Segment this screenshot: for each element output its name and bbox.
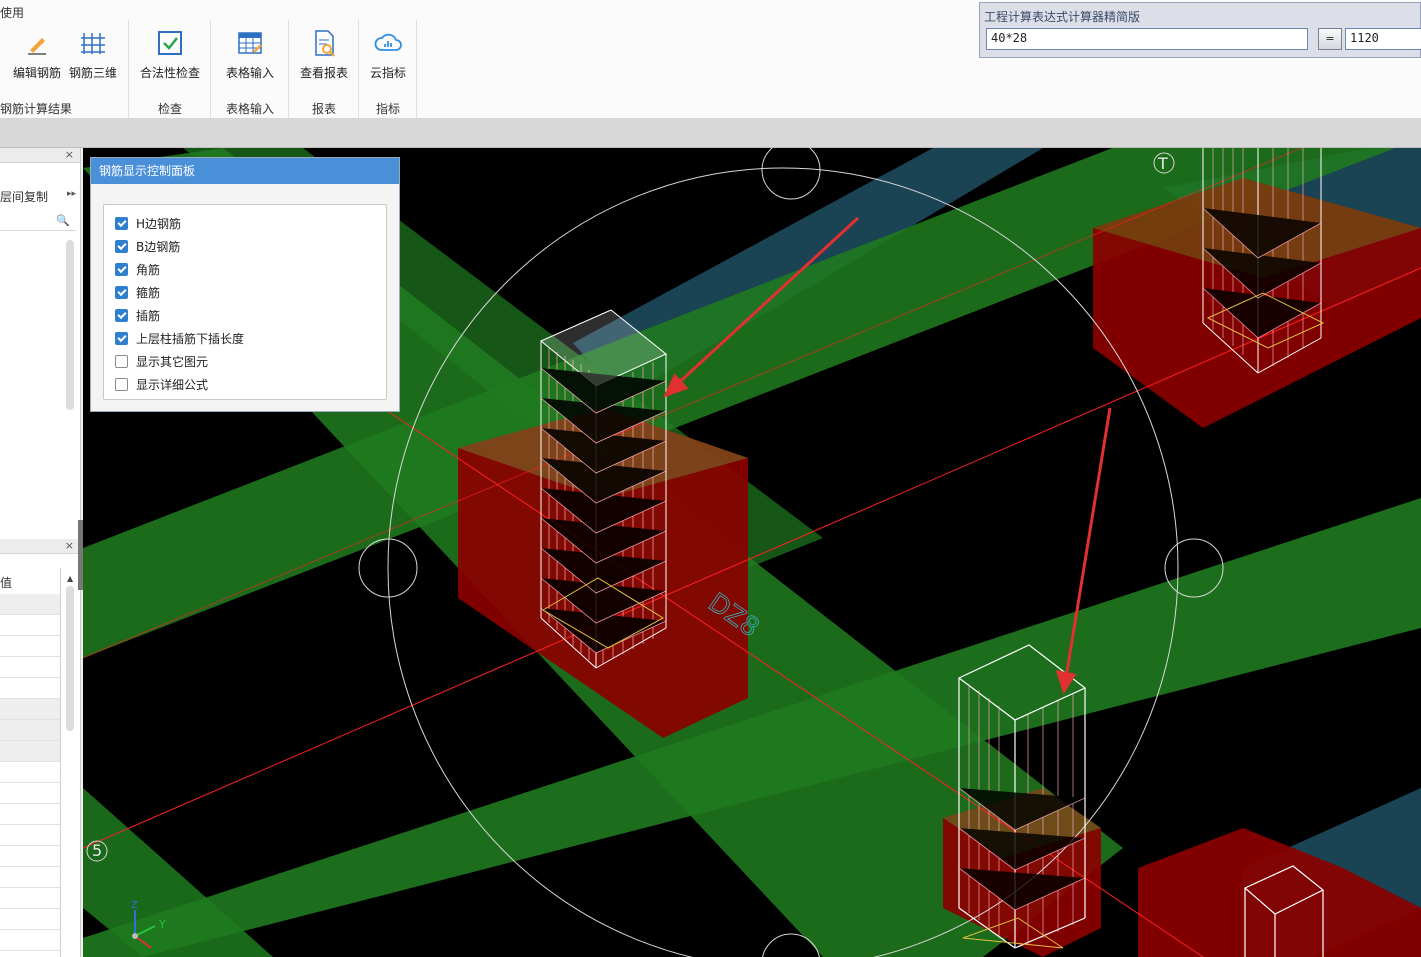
validity-check-icon [158, 31, 182, 55]
calculator-title: 工程计算表达式计算器精简版 [984, 10, 1141, 24]
option-stirrup[interactable]: 箍筋 [115, 282, 160, 302]
table-row[interactable] [0, 720, 60, 741]
table-row[interactable] [0, 909, 60, 930]
axis-label-T: T [1158, 154, 1168, 173]
checkbox[interactable] [115, 331, 128, 345]
option-b-side-rebar[interactable]: B边钢筋 [115, 236, 180, 256]
option-upper-dowel-length[interactable]: 上层柱插筋下插长度 [115, 328, 244, 348]
checkbox[interactable] [115, 377, 128, 391]
left-dock-panel: × 层间复制 ▸▸ 🔍 × 值 ▲ [0, 148, 81, 957]
expression-input[interactable]: 40*28 [986, 28, 1308, 50]
panel-1-scrollbar[interactable] [66, 240, 74, 410]
group-label-check: 检查 [157, 102, 182, 116]
table-row[interactable] [0, 636, 60, 657]
expression-calculator: 工程计算表达式计算器精简版 40*28 = 1120 [979, 2, 1421, 58]
grid-header-value: 值 [0, 576, 13, 590]
table-row[interactable] [0, 783, 60, 804]
option-show-detailed-formula[interactable]: 显示详细公式 [115, 374, 208, 394]
checkbox[interactable] [115, 216, 128, 230]
ribbon-group-check: 合法性检查 检查 [130, 20, 211, 118]
ribbon-group-index: 云指标 指标 [360, 20, 417, 118]
panel-title[interactable]: 钢筋显示控制面板 [91, 158, 399, 184]
option-corner-rebar[interactable]: 角筋 [115, 259, 160, 279]
table-input-icon [238, 32, 262, 54]
expand-arrow-icon[interactable]: ▸▸ [67, 189, 76, 199]
group-label-rebar-results: 钢筋计算结果 [0, 102, 73, 116]
validity-check-button[interactable]: 合法性检查 [137, 26, 203, 86]
search-field[interactable]: 🔍 [0, 212, 76, 231]
axis-y-label: Y [158, 918, 166, 931]
checkbox[interactable] [115, 285, 128, 299]
checkbox[interactable] [115, 308, 128, 322]
floor-copy-label[interactable]: 层间复制 [0, 188, 48, 205]
close-icon[interactable]: × [65, 148, 74, 161]
table-row[interactable] [0, 846, 60, 867]
view-report-button[interactable]: 查看报表 [291, 26, 357, 86]
cloud-index-button[interactable]: 云指标 [355, 26, 421, 86]
view-report-icon [315, 30, 335, 57]
edit-rebar-icon [28, 38, 46, 55]
panel-1-header: × [0, 148, 80, 163]
checkbox[interactable] [115, 239, 128, 253]
group-label-index: 指标 [375, 102, 400, 116]
axis-label-5: 5 [92, 841, 103, 860]
table-row[interactable] [0, 615, 60, 636]
table-row[interactable] [0, 762, 60, 783]
panel-2-header: × [0, 539, 80, 554]
option-dowel-rebar[interactable]: 插筋 [115, 305, 160, 325]
table-row[interactable] [0, 594, 60, 615]
search-icon[interactable]: 🔍 [56, 214, 70, 227]
table-row[interactable] [0, 678, 60, 699]
ribbon-group-table-input: 表格输入 表格输入 [212, 20, 289, 118]
option-h-side-rebar[interactable]: H边钢筋 [115, 213, 181, 233]
ribbon-group-rebar-results: 编辑钢筋 钢筋三维 钢筋计算结果 [0, 20, 129, 118]
group-label-table-input: 表格输入 [225, 102, 274, 116]
options-box: H边钢筋 B边钢筋 角筋 箍筋 插筋 上层柱插筋下插长度 显示其它图元 显示详细… [103, 204, 387, 400]
grid-divider [60, 568, 61, 957]
result-field[interactable]: 1120 [1345, 28, 1421, 50]
cloud-index-icon [374, 33, 402, 51]
table-row[interactable] [0, 804, 60, 825]
rebar-3d-icon [81, 33, 105, 54]
scroll-up-icon[interactable]: ▲ [67, 574, 73, 583]
axis-z-label: Z [131, 900, 138, 911]
rebar-3d-button[interactable]: 钢筋三维 [60, 26, 126, 86]
table-row[interactable] [0, 741, 60, 762]
ribbon-bottom-strip [0, 119, 1421, 148]
checkbox[interactable] [115, 262, 128, 276]
equals-button[interactable]: = [1318, 28, 1342, 50]
ribbon-group-report: 查看报表 报表 [290, 20, 359, 118]
checkbox[interactable] [115, 354, 128, 368]
menu-tab-partial[interactable]: 使用 [0, 4, 24, 21]
table-row[interactable] [0, 867, 60, 888]
table-row[interactable] [0, 888, 60, 909]
axis-bubble [761, 148, 821, 200]
table-row[interactable] [0, 699, 60, 720]
table-row[interactable] [0, 825, 60, 846]
table-row[interactable] [0, 930, 60, 951]
option-show-other-elements[interactable]: 显示其它图元 [115, 351, 208, 371]
group-label-report: 报表 [311, 102, 336, 116]
table-input-button[interactable]: 表格输入 [217, 26, 283, 86]
close-icon[interactable]: × [65, 539, 74, 552]
table-row[interactable] [0, 657, 60, 678]
rebar-display-control-panel: 钢筋显示控制面板 H边钢筋 B边钢筋 角筋 箍筋 插筋 上层柱插筋下插长度 显示… [90, 157, 400, 412]
panel-2-scrollbar[interactable] [66, 586, 74, 731]
